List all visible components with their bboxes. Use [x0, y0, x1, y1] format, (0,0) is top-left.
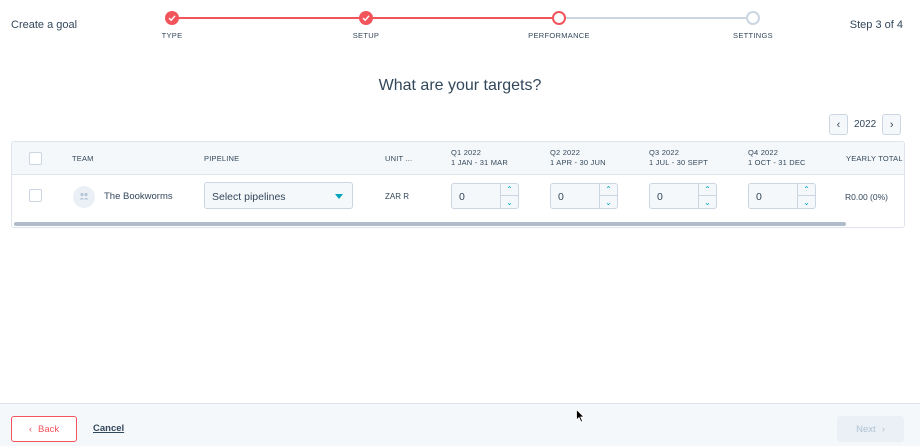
- header-q2-title: Q2 2022: [550, 148, 581, 157]
- q2-stepper: ⌃ ⌄: [599, 184, 617, 208]
- q4-target-value: 0: [756, 191, 762, 203]
- header-unit: UNIT ...: [385, 154, 413, 163]
- step-settings: SETTINGS: [713, 11, 793, 40]
- yearly-total-value: R0.00 (0%): [845, 192, 888, 202]
- step-counter: Step 3 of 4: [849, 19, 903, 31]
- targets-table: TEAM PIPELINE UNIT ... Q1 2022 1 JAN - 3…: [11, 141, 905, 228]
- header-q4-title: Q4 2022: [748, 148, 779, 157]
- next-year-button[interactable]: ›: [882, 114, 902, 135]
- step-label: PERFORMANCE: [528, 31, 590, 40]
- increment-icon[interactable]: ⌃: [501, 184, 518, 196]
- chevron-left-icon: ‹: [836, 118, 841, 131]
- prev-year-button[interactable]: ‹: [829, 114, 848, 135]
- wizard-footer: ‹ Back Cancel Next ›: [0, 403, 920, 446]
- header-q3-range: 1 JUL - 30 SEPT: [649, 158, 708, 167]
- increment-icon[interactable]: ⌃: [600, 184, 617, 196]
- next-button[interactable]: Next ›: [837, 416, 904, 442]
- pending-step-dot: [746, 11, 760, 25]
- horizontal-scrollbar[interactable]: [12, 221, 904, 227]
- header-yearly-total: YEARLY TOTAL: [846, 154, 903, 163]
- pipeline-select[interactable]: Select pipelines: [204, 182, 353, 209]
- q3-stepper: ⌃ ⌄: [698, 184, 716, 208]
- q1-stepper: ⌃ ⌄: [500, 184, 518, 208]
- header-q1-title: Q1 2022: [451, 148, 482, 157]
- q4-target-input[interactable]: 0 ⌃ ⌄: [748, 183, 816, 209]
- q1-target-value: 0: [459, 191, 465, 203]
- pipeline-select-placeholder: Select pipelines: [212, 191, 286, 203]
- q4-stepper: ⌃ ⌄: [797, 184, 815, 208]
- step-setup[interactable]: SETUP: [326, 11, 406, 40]
- step-type[interactable]: TYPE: [132, 11, 212, 40]
- header-q3-title: Q3 2022: [649, 148, 680, 157]
- header-pipeline: PIPELINE: [204, 154, 240, 163]
- chevron-right-icon: ›: [889, 118, 894, 131]
- q3-target-input[interactable]: 0 ⌃ ⌄: [649, 183, 717, 209]
- back-button[interactable]: ‹ Back: [11, 416, 77, 442]
- q2-target-input[interactable]: 0 ⌃ ⌄: [550, 183, 618, 209]
- cancel-link[interactable]: Cancel: [93, 423, 124, 434]
- select-all-checkbox[interactable]: [29, 152, 42, 165]
- q3-target-value: 0: [657, 191, 663, 203]
- chevron-left-icon: ‹: [28, 423, 33, 435]
- q1-target-input[interactable]: 0 ⌃ ⌄: [451, 183, 519, 209]
- header-q1: Q1 2022 1 JAN - 31 MAR: [451, 148, 508, 168]
- decrement-icon[interactable]: ⌄: [699, 196, 716, 208]
- header-q3: Q3 2022 1 JUL - 30 SEPT: [649, 148, 708, 168]
- step-label: SETTINGS: [733, 31, 773, 40]
- header-team: TEAM: [72, 154, 94, 163]
- row-checkbox[interactable]: [29, 189, 42, 202]
- step-label: TYPE: [161, 31, 183, 40]
- next-button-label: Next: [856, 423, 876, 435]
- increment-icon[interactable]: ⌃: [798, 184, 815, 196]
- decrement-icon[interactable]: ⌄: [501, 196, 518, 208]
- chevron-right-icon: ›: [881, 423, 885, 435]
- mouse-cursor-icon: [576, 409, 585, 423]
- header-q4: Q4 2022 1 OCT - 31 DEC: [748, 148, 806, 168]
- unit-value: ZAR R: [385, 192, 409, 201]
- step-label: SETUP: [352, 31, 380, 40]
- header-q1-range: 1 JAN - 31 MAR: [451, 158, 508, 167]
- header-q2-range: 1 APR - 30 JUN: [550, 158, 606, 167]
- page-title: What are your targets?: [378, 77, 542, 94]
- check-icon: [165, 11, 179, 25]
- header-q2: Q2 2022 1 APR - 30 JUN: [550, 148, 606, 168]
- caret-down-icon: [335, 194, 343, 199]
- progress-stepper: TYPE SETUP PERFORMANCE SETTINGS: [0, 0, 920, 50]
- decrement-icon[interactable]: ⌄: [798, 196, 815, 208]
- current-step-dot: [552, 11, 566, 25]
- table-row: The Bookworms Select pipelines ZAR R 0 ⌃…: [12, 175, 904, 219]
- team-name: The Bookworms: [104, 191, 173, 202]
- check-icon: [359, 11, 373, 25]
- increment-icon[interactable]: ⌃: [699, 184, 716, 196]
- step-performance: PERFORMANCE: [519, 11, 599, 40]
- table-header: TEAM PIPELINE UNIT ... Q1 2022 1 JAN - 3…: [12, 142, 904, 175]
- goal-wizard-header: Create a goal TYPE SETUP PERFORMANCE SET…: [0, 0, 920, 50]
- year-label: 2022: [854, 119, 877, 130]
- team-avatar: [73, 186, 95, 208]
- scrollbar-thumb[interactable]: [14, 222, 846, 226]
- team-icon: [79, 192, 89, 202]
- back-button-label: Back: [38, 423, 60, 435]
- year-navigator: ‹ 2022 ›: [829, 114, 902, 135]
- q2-target-value: 0: [558, 191, 564, 203]
- decrement-icon[interactable]: ⌄: [600, 196, 617, 208]
- header-q4-range: 1 OCT - 31 DEC: [748, 158, 806, 167]
